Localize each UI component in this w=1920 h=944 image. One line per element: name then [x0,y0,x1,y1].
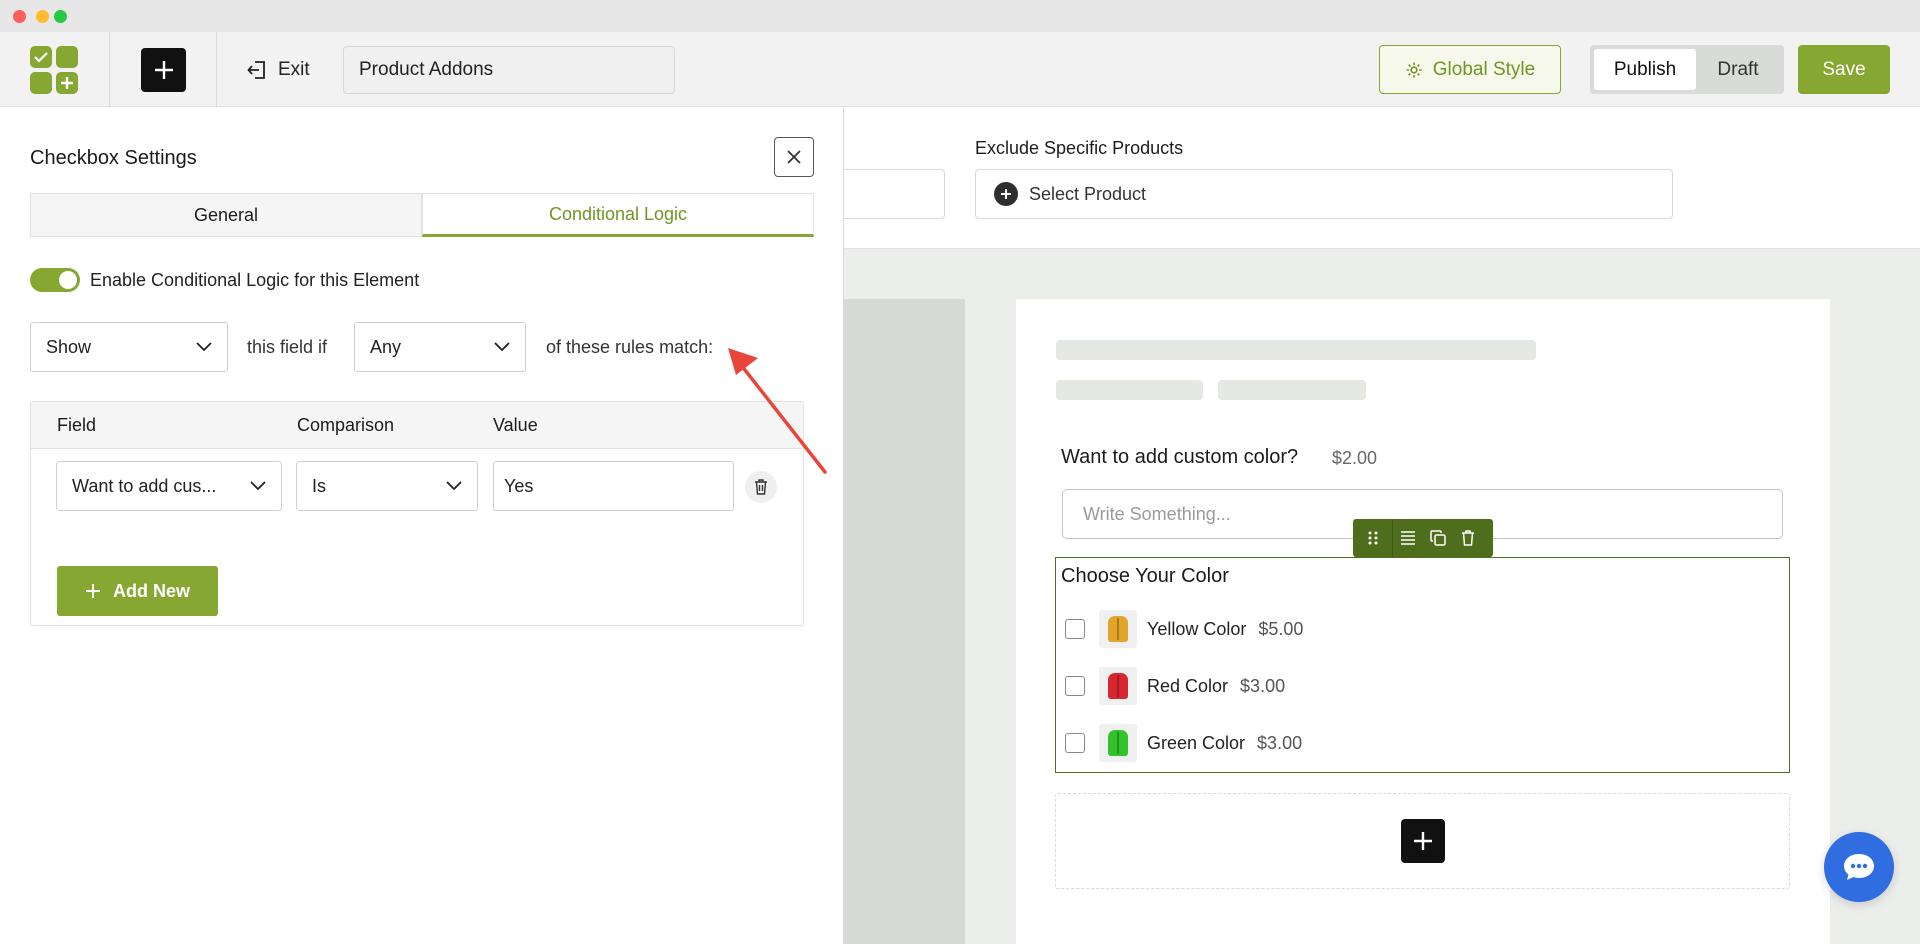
jacket-icon [1108,730,1128,756]
match-select-value: Any [370,336,402,357]
chat-icon [1844,854,1874,880]
canvas-gutter [844,299,965,944]
add-new-rule-button[interactable]: Add New [57,566,218,616]
trash-icon[interactable] [1453,519,1483,557]
text-field-label: Want to add custom color? [1061,446,1299,468]
window-close-button[interactable] [13,10,26,23]
global-style-button[interactable]: Global Style [1379,45,1561,94]
exclude-products-label: Exclude Specific Products [975,138,1184,158]
jacket-icon [1108,673,1128,699]
gear-icon [1406,62,1422,77]
checkbox-option[interactable]: Yellow Color $5.00 [1065,609,1303,649]
skeleton-line [1056,380,1203,400]
exit-icon [247,61,265,79]
option-image [1099,610,1137,648]
jacket-icon [1108,616,1128,642]
plus-icon [85,584,100,598]
rules-table: Field Comparison Value Want to add cus..… [30,401,804,626]
add-new-label: Add New [112,580,190,601]
checkbox-settings-panel: Checkbox Settings General Conditional Lo… [0,107,844,944]
tab-conditional-logic[interactable]: Conditional Logic [422,193,814,237]
tab-general[interactable]: General [30,193,422,237]
save-button[interactable]: Save [1798,45,1890,94]
publish-status-toggle: Publish Draft [1590,45,1784,94]
rule-value-input[interactable]: Yes [493,461,734,511]
form-title-input[interactable]: Product Addons [343,46,675,94]
annotation-arrow-icon [728,348,827,474]
option-label: Green Color [1147,732,1246,753]
app-logo [30,46,78,94]
column-header-value: Value [493,415,538,435]
checkbox[interactable] [1065,619,1085,639]
rule-comparison-select[interactable]: Is [296,461,478,511]
rule-field-select[interactable]: Want to add cus... [56,461,282,511]
option-label: Red Color [1147,675,1229,696]
settings-tabs: General Conditional Logic [30,193,814,237]
option-image [1099,724,1137,762]
plus-icon [154,61,173,79]
checkbox-field-title: Choose Your Color [1061,565,1229,587]
add-element-button[interactable] [141,48,186,92]
checkbox-option[interactable]: Red Color $3.00 [1065,666,1285,706]
plus-icon [61,77,73,89]
window-minimize-button[interactable] [36,10,49,23]
select-product-label: Select Product [1029,183,1147,204]
match-select[interactable]: Any [354,322,526,372]
toggle-label: Enable Conditional Logic for this Elemen… [90,269,420,290]
panel-title: Checkbox Settings [30,147,197,169]
chevron-down-icon [250,481,266,491]
check-icon [34,52,48,63]
rules-table-header: Field Comparison Value [31,402,803,449]
checkbox[interactable] [1065,733,1085,753]
chevron-down-icon [446,481,462,491]
rule-value: Yes [504,475,534,496]
window-zoom-button[interactable] [54,10,67,23]
text-field-price: $2.00 [1332,448,1378,468]
builder-topbar: Exit Product Addons Global Style Publish… [0,32,1920,107]
divider [216,32,217,107]
action-select-value: Show [46,336,92,357]
action-select[interactable]: Show [30,322,228,372]
column-header-comparison: Comparison [297,415,395,435]
option-price: $5.00 [1258,618,1304,639]
exit-label: Exit [278,59,310,80]
rules-match-text: of these rules match: [546,337,714,357]
column-header-field: Field [57,415,97,435]
option-price: $3.00 [1257,732,1303,753]
draft-button[interactable]: Draft [1696,49,1780,90]
option-label: Yellow Color [1147,618,1247,639]
include-products-input[interactable] [844,169,945,219]
window-titlebar [0,0,1920,32]
skeleton-line [1056,340,1536,360]
rule-comparison-value: Is [312,475,327,496]
close-icon [787,150,801,164]
chevron-down-icon [196,342,212,352]
add-element-button[interactable] [1401,819,1445,863]
conditional-logic-toggle[interactable] [30,268,80,292]
option-price: $3.00 [1240,675,1286,696]
element-toolbar [1353,519,1493,557]
option-image [1099,667,1137,705]
publish-button[interactable]: Publish [1594,49,1696,90]
conditional-logic-toggle-row: Enable Conditional Logic for this Elemen… [30,268,419,292]
add-circle-icon [994,182,1018,206]
exclude-products-select[interactable]: Select Product [975,169,1673,219]
plus-icon [1414,832,1432,850]
close-panel-button[interactable] [774,137,814,177]
drag-handle-icon[interactable] [1353,519,1393,557]
divider [109,32,110,107]
exit-button[interactable]: Exit [246,54,310,86]
field-if-text: this field if [247,337,328,357]
duplicate-icon[interactable] [1423,519,1453,557]
global-style-label: Global Style [1432,58,1536,80]
chat-support-button[interactable] [1824,832,1894,902]
align-icon[interactable] [1393,519,1423,557]
rule-field-value: Want to add cus... [72,475,217,496]
chevron-down-icon [494,342,510,352]
skeleton-line [1218,380,1366,400]
checkbox[interactable] [1065,676,1085,696]
checkbox-option[interactable]: Green Color $3.00 [1065,723,1302,763]
